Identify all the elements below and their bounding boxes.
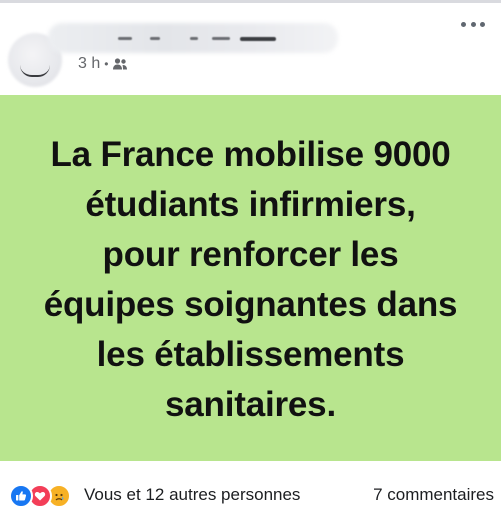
more-dot xyxy=(480,21,485,27)
reaction-summary-text[interactable]: Vous et 12 autres personnes xyxy=(84,485,300,505)
redaction-mark xyxy=(150,37,160,40)
post-text-line: sanitaires. xyxy=(165,385,336,424)
redaction-mark xyxy=(118,37,132,40)
more-dot xyxy=(461,21,466,27)
post-header: 3 h • xyxy=(0,3,501,95)
meta-separator: • xyxy=(104,57,109,71)
redaction-mark xyxy=(240,37,276,41)
more-options-icon[interactable] xyxy=(461,19,485,29)
facebook-post: 3 h • La France mobilise 9000 étudiants … xyxy=(0,0,501,516)
post-text-line: équipes soignantes dans xyxy=(43,285,458,324)
post-text-line: les établissements xyxy=(96,335,405,374)
post-text-line: La France mobilise 9000 xyxy=(50,135,451,174)
more-dot xyxy=(470,21,476,27)
post-text: La France mobilise 9000 étudiants infirm… xyxy=(21,130,481,430)
post-meta: 3 h • xyxy=(78,55,128,73)
post-text-line: pour renforcer les xyxy=(102,235,399,274)
post-content: La France mobilise 9000 étudiants infirm… xyxy=(0,95,501,461)
post-text-line: étudiants infirmiers, xyxy=(85,185,416,224)
friends-icon[interactable] xyxy=(112,57,128,71)
like-icon xyxy=(9,484,33,508)
post-footer: Vous et 12 autres personnes 7 commentair… xyxy=(0,461,501,516)
comments-count[interactable]: 7 commentaires xyxy=(373,485,494,505)
post-timestamp[interactable]: 3 h xyxy=(78,55,100,73)
reactions-summary[interactable] xyxy=(9,484,71,508)
redaction-mark xyxy=(212,37,230,40)
redaction-mark xyxy=(190,37,198,40)
